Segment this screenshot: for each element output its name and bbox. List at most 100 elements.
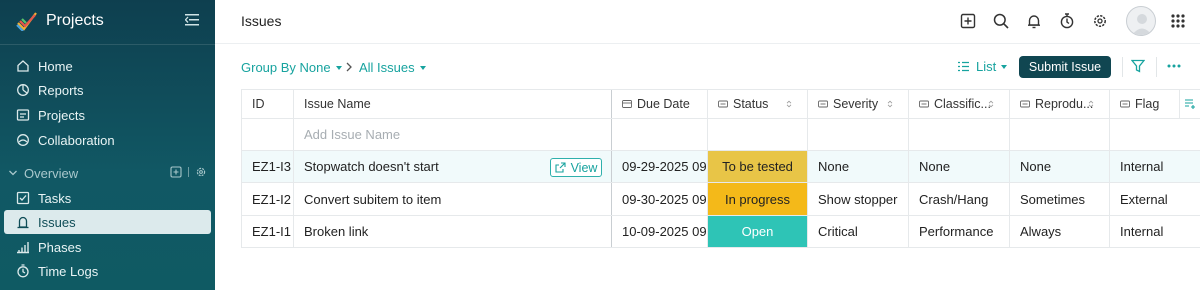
table-cell bbox=[241, 119, 293, 150]
sort-icon[interactable] bbox=[986, 100, 996, 108]
column-header-reproducible[interactable]: Reprodu... bbox=[1009, 90, 1109, 118]
due-date[interactable]: 09-29-2025 09 bbox=[611, 151, 707, 182]
bell-icon[interactable] bbox=[1025, 12, 1043, 30]
sidebar-item-label: Home bbox=[38, 58, 73, 74]
add-issue-row: Add Issue Name bbox=[241, 119, 1200, 151]
reproducible[interactable]: Sometimes bbox=[1009, 183, 1109, 215]
sort-icon[interactable] bbox=[1086, 100, 1096, 108]
issue-name[interactable]: Broken link bbox=[293, 216, 611, 247]
apps-grid-icon[interactable] bbox=[1169, 12, 1187, 30]
chevron-right-icon bbox=[346, 62, 352, 72]
issues-toolbar: Group By None All Issues List Submit Iss… bbox=[215, 50, 1200, 84]
flag[interactable]: Internal bbox=[1109, 216, 1200, 247]
sidebar-item-collaboration[interactable]: Collaboration bbox=[4, 128, 211, 152]
column-label: Reprodu... bbox=[1035, 97, 1094, 111]
more-options-icon[interactable] bbox=[1167, 64, 1181, 68]
sort-icon[interactable] bbox=[784, 100, 794, 108]
view-filter-label: All Issues bbox=[359, 60, 415, 75]
sidebar-item-phases[interactable]: Phases bbox=[4, 235, 211, 259]
add-issue-input[interactable]: Add Issue Name bbox=[293, 119, 611, 150]
column-header-due-date[interactable]: Due Date bbox=[611, 90, 707, 118]
field-type-icon bbox=[1020, 100, 1030, 108]
view-label: View bbox=[570, 160, 598, 175]
sidebar-item-time-logs[interactable]: Time Logs bbox=[4, 259, 211, 283]
classification[interactable]: Performance bbox=[908, 216, 1009, 247]
flag[interactable]: Internal bbox=[1109, 151, 1200, 182]
sidebar-item-home[interactable]: Home bbox=[4, 54, 211, 78]
column-header-status[interactable]: Status bbox=[707, 90, 807, 118]
tasks-icon bbox=[16, 191, 30, 205]
classification[interactable]: None bbox=[908, 151, 1009, 182]
issue-id: EZ1-I1 bbox=[241, 216, 293, 247]
table-row[interactable]: EZ1-I3 Stopwatch doesn't start View 09-2… bbox=[241, 151, 1200, 183]
severity[interactable]: Show stopper bbox=[807, 183, 908, 215]
timelogs-icon bbox=[17, 264, 29, 278]
projects-icon bbox=[16, 109, 30, 121]
issue-id: EZ1-I2 bbox=[241, 183, 293, 215]
column-label: Due Date bbox=[637, 97, 690, 111]
due-date[interactable]: 10-09-2025 09: bbox=[611, 216, 707, 247]
submit-issue-button[interactable]: Submit Issue bbox=[1019, 56, 1111, 78]
table-cell bbox=[807, 119, 908, 150]
classification[interactable]: Crash/Hang bbox=[908, 183, 1009, 215]
open-link-icon bbox=[555, 162, 566, 173]
issue-name[interactable]: Convert subitem to item bbox=[293, 183, 611, 215]
view-filter-dropdown[interactable]: All Issues bbox=[359, 60, 426, 75]
table-header: ID Issue Name Due Date Status Severity C… bbox=[241, 89, 1200, 119]
field-type-icon bbox=[1120, 100, 1130, 108]
user-avatar-icon bbox=[1132, 14, 1152, 35]
sidebar-item-tasks[interactable]: Tasks bbox=[4, 186, 211, 210]
add-icon[interactable] bbox=[170, 166, 182, 178]
sidebar-divider bbox=[0, 44, 215, 45]
tool-separator bbox=[188, 167, 189, 177]
severity[interactable]: None bbox=[807, 151, 908, 182]
reproducible[interactable]: None bbox=[1009, 151, 1109, 182]
column-header-id[interactable]: ID bbox=[241, 90, 293, 118]
layout-list-dropdown[interactable]: List bbox=[957, 59, 1008, 74]
add-new-icon[interactable] bbox=[959, 12, 977, 30]
column-label: Severity bbox=[833, 97, 879, 111]
caret-down-icon bbox=[419, 65, 426, 70]
reproducible[interactable]: Always bbox=[1009, 216, 1109, 247]
table-cell bbox=[908, 119, 1009, 150]
issue-name-text[interactable]: Stopwatch doesn't start bbox=[304, 159, 439, 174]
table-row[interactable]: EZ1-I1 Broken link 10-09-2025 09: Open C… bbox=[241, 216, 1200, 248]
issues-icon bbox=[17, 216, 29, 229]
issue-id: EZ1-I3 bbox=[241, 151, 293, 182]
section-label: Overview bbox=[24, 165, 79, 181]
status-badge[interactable]: Open bbox=[707, 216, 807, 247]
flag[interactable]: External bbox=[1109, 183, 1200, 215]
collapse-sidebar-icon[interactable] bbox=[185, 13, 201, 27]
settings-icon[interactable] bbox=[195, 166, 207, 178]
filter-icon[interactable] bbox=[1131, 59, 1145, 73]
table-row[interactable]: EZ1-I2 Convert subitem to item 09-30-202… bbox=[241, 183, 1200, 216]
sidebar-item-projects[interactable]: Projects bbox=[4, 103, 211, 127]
table-cell bbox=[1109, 119, 1200, 150]
column-header-severity[interactable]: Severity bbox=[807, 90, 908, 118]
gear-icon[interactable] bbox=[1091, 12, 1109, 30]
group-by-dropdown[interactable]: Group By None bbox=[241, 60, 342, 75]
stopwatch-icon[interactable] bbox=[1058, 12, 1076, 30]
sidebar-item-issues[interactable]: Issues bbox=[4, 210, 211, 234]
group-by-label: Group By None bbox=[241, 60, 331, 75]
sidebar-item-reports[interactable]: Reports bbox=[4, 78, 211, 102]
status-badge[interactable]: To be tested bbox=[707, 151, 807, 182]
home-icon bbox=[17, 60, 29, 72]
column-settings[interactable] bbox=[1179, 90, 1200, 118]
severity[interactable]: Critical bbox=[807, 216, 908, 247]
sidebar-item-label: Collaboration bbox=[38, 132, 115, 148]
add-column-icon bbox=[1185, 99, 1195, 109]
list-label: List bbox=[976, 59, 997, 74]
brand[interactable]: Projects bbox=[16, 10, 104, 32]
column-header-issue-name[interactable]: Issue Name bbox=[293, 90, 611, 118]
sort-icon[interactable] bbox=[885, 100, 895, 108]
due-date[interactable]: 09-30-2025 09 bbox=[611, 183, 707, 215]
status-badge[interactable]: In progress bbox=[707, 183, 807, 215]
top-bar: Issues bbox=[215, 0, 1200, 44]
column-header-classification[interactable]: Classific... bbox=[908, 90, 1009, 118]
column-header-flag[interactable]: Flag bbox=[1109, 90, 1179, 118]
view-issue-button[interactable]: View bbox=[550, 158, 602, 177]
section-tools bbox=[170, 166, 207, 178]
search-icon[interactable] bbox=[992, 12, 1010, 30]
avatar[interactable] bbox=[1126, 6, 1156, 36]
